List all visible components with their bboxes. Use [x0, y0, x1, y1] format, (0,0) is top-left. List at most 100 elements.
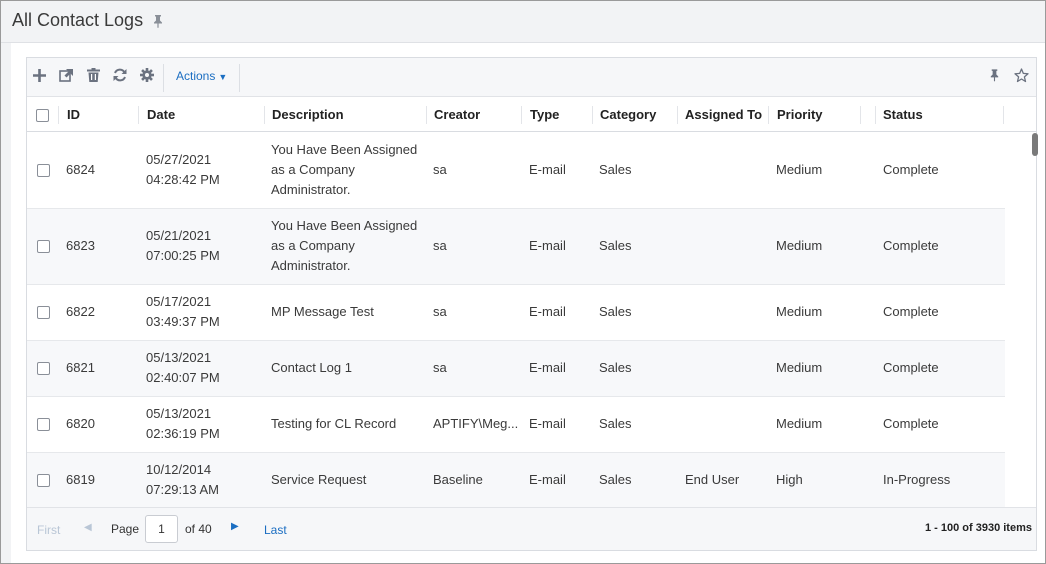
cell-date: 05/13/2021: [146, 406, 212, 421]
row-checkbox[interactable]: [37, 240, 50, 253]
column-header-priority[interactable]: Priority: [777, 107, 823, 122]
cell-date: 05/17/2021: [146, 294, 212, 309]
prev-page-icon[interactable]: ◀: [84, 522, 92, 533]
delete-icon[interactable]: [85, 67, 101, 83]
caret-down-icon: ▼: [218, 72, 228, 82]
cell-description: You Have Been Assigned: [271, 142, 418, 157]
row-checkbox[interactable]: [37, 306, 50, 319]
table-row[interactable]: 6821 05/13/2021 02:40:07 PM Contact Log …: [27, 341, 1005, 397]
contact-logs-grid: Actions ▼ ID Date Description Creator Typ…: [26, 57, 1038, 551]
row-checkbox[interactable]: [37, 418, 50, 431]
pin-icon[interactable]: [151, 14, 165, 28]
row-checkbox[interactable]: [37, 474, 50, 487]
column-divider: [264, 106, 265, 124]
column-header-status[interactable]: Status: [883, 107, 923, 122]
cell-category: Sales: [599, 304, 632, 319]
table-header: ID Date Description Creator Type Categor…: [27, 97, 1036, 132]
cell-category: Sales: [599, 238, 632, 253]
column-divider: [677, 106, 678, 124]
column-header-assigned-to[interactable]: Assigned To: [685, 107, 762, 122]
table-body: 6824 05/27/2021 04:28:42 PM You Have Bee…: [27, 133, 1005, 507]
items-info: 1 - 100 of 3930 items: [924, 522, 1032, 534]
cell-date: 10/12/2014: [146, 462, 212, 477]
cell-type: E-mail: [529, 360, 566, 375]
first-page-link[interactable]: First: [37, 523, 60, 537]
cell-time: 03:49:37 PM: [146, 314, 220, 329]
cell-category: Sales: [599, 416, 632, 431]
column-header-type[interactable]: Type: [530, 107, 559, 122]
select-all-checkbox[interactable]: [36, 109, 49, 122]
page-number-input[interactable]: 1: [145, 515, 178, 543]
cell-type: E-mail: [529, 238, 566, 253]
cell-description: Contact Log 1: [271, 360, 352, 375]
cell-creator: sa: [433, 360, 447, 375]
refresh-icon[interactable]: [112, 67, 128, 83]
page-label: Page: [111, 522, 140, 536]
cell-description: as a Company: [271, 162, 355, 177]
pin-icon[interactable]: [986, 67, 1002, 83]
column-divider: [521, 106, 522, 124]
grid-toolbar: Actions ▼: [27, 58, 1036, 97]
cell-creator: Baseline: [433, 472, 483, 487]
next-page-icon[interactable]: ▶: [231, 521, 239, 532]
cell-time: 02:36:19 PM: [146, 426, 220, 441]
column-header-date[interactable]: Date: [147, 107, 175, 122]
row-checkbox[interactable]: [37, 164, 50, 177]
row-checkbox[interactable]: [37, 362, 50, 375]
toolbar-divider: [163, 64, 164, 92]
cell-priority: Medium: [776, 238, 823, 253]
page-header: All Contact Logs: [1, 1, 1045, 43]
cell-type: E-mail: [529, 304, 566, 319]
toolbar-divider: [239, 64, 240, 92]
cell-id: 6819: [66, 472, 95, 487]
cell-priority: Medium: [776, 304, 823, 319]
column-header-creator[interactable]: Creator: [434, 107, 480, 122]
column-header-description[interactable]: Description: [272, 107, 344, 122]
cell-time: 07:00:25 PM: [146, 248, 220, 263]
last-page-link[interactable]: Last: [264, 523, 287, 537]
cell-priority: Medium: [776, 360, 823, 375]
table-row[interactable]: 6819 10/12/2014 07:29:13 AM Service Requ…: [27, 453, 1005, 507]
cell-description: as a Company: [271, 238, 355, 253]
table-row[interactable]: 6824 05/27/2021 04:28:42 PM You Have Bee…: [27, 133, 1005, 209]
cell-id: 6820: [66, 416, 95, 431]
vertical-scrollbar-thumb[interactable]: [1032, 133, 1038, 156]
cell-time: 07:29:13 AM: [146, 482, 219, 497]
cell-creator: sa: [433, 304, 447, 319]
column-divider: [58, 106, 59, 124]
settings-icon[interactable]: [139, 67, 155, 83]
cell-status: In-Progress: [883, 472, 951, 487]
cell-description: You Have Been Assigned: [271, 218, 418, 233]
table-row[interactable]: 6823 05/21/2021 07:00:25 PM You Have Bee…: [27, 209, 1005, 285]
page-count: of 40: [185, 522, 212, 536]
cell-id: 6824: [66, 162, 95, 177]
column-header-id[interactable]: ID: [67, 107, 80, 122]
cell-status: Complete: [883, 304, 939, 319]
cell-date: 05/27/2021: [146, 152, 212, 167]
cell-type: E-mail: [529, 416, 566, 431]
cell-type: E-mail: [529, 162, 566, 177]
table-row[interactable]: 6820 05/13/2021 02:36:19 PM Testing for …: [27, 397, 1005, 453]
column-divider: [592, 106, 593, 124]
cell-status: Complete: [883, 360, 939, 375]
table-row[interactable]: 6822 05/17/2021 03:49:37 PM MP Message T…: [27, 285, 1005, 341]
star-icon[interactable]: [1013, 67, 1029, 83]
scroll-gutter: [1005, 133, 1032, 507]
page-title: All Contact Logs: [12, 10, 144, 30]
column-divider: [875, 106, 876, 124]
column-header-category[interactable]: Category: [600, 107, 656, 122]
add-icon[interactable]: [31, 67, 47, 83]
actions-dropdown[interactable]: Actions ▼: [176, 69, 227, 83]
cell-assigned-to: End User: [685, 472, 740, 487]
cell-category: Sales: [599, 162, 632, 177]
cell-creator: APTIFY\Meg...: [433, 416, 519, 431]
column-divider: [1003, 106, 1004, 124]
cell-description: MP Message Test: [271, 304, 374, 319]
cell-description: Service Request: [271, 472, 367, 487]
cell-priority: Medium: [776, 416, 823, 431]
column-divider: [768, 106, 769, 124]
cell-status: Complete: [883, 162, 939, 177]
cell-description: Administrator.: [271, 258, 351, 273]
open-external-icon[interactable]: [58, 67, 74, 83]
actions-label: Actions: [176, 69, 216, 83]
